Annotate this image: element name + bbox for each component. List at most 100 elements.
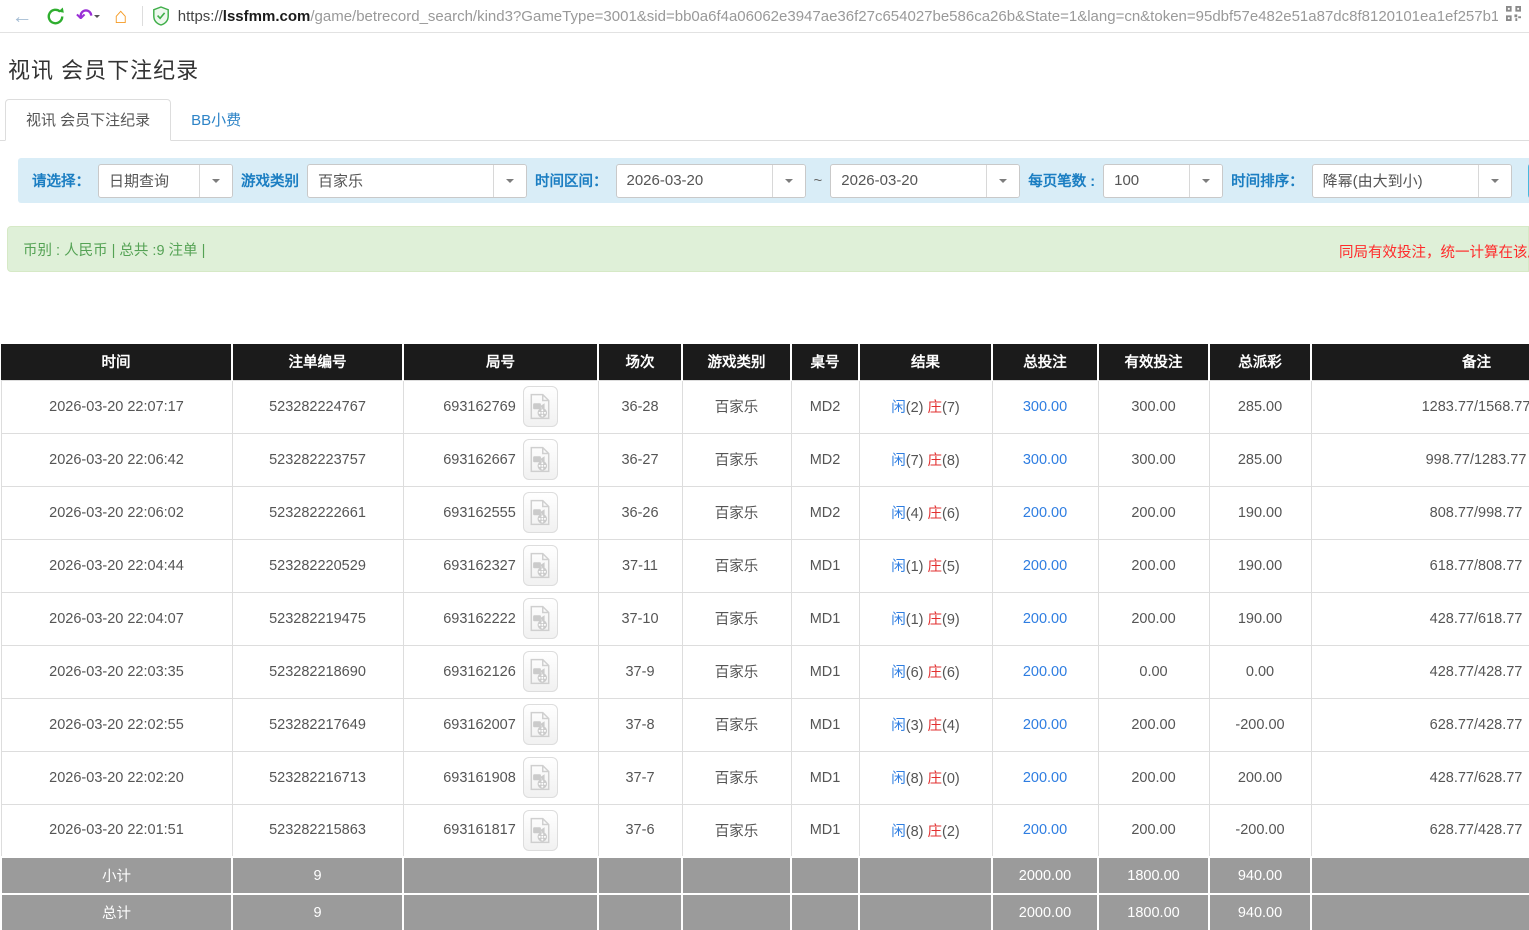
footer-total-bet: 2000.00 bbox=[992, 894, 1098, 930]
filter-bar: 请选择： 日期查询 游戏类别 百家乐 时间区间： 2026-03-20 ~ 20… bbox=[18, 158, 1529, 203]
cell-valid-bet: 300.00 bbox=[1098, 433, 1209, 486]
chevron-down-icon[interactable] bbox=[493, 165, 526, 197]
table-row: 2026-03-20 22:03:35523282218690 69316212… bbox=[1, 645, 1529, 698]
video-replay-button[interactable] bbox=[523, 545, 558, 586]
cell-payout: 190.00 bbox=[1209, 486, 1311, 539]
cell-time: 2026-03-20 22:01:51 bbox=[1, 804, 232, 857]
result-banker-label: 庄 bbox=[928, 400, 943, 416]
cell-result: 闲(7) 庄(8) bbox=[859, 433, 992, 486]
cell-session: 37-9 bbox=[598, 645, 682, 698]
video-replay-button[interactable] bbox=[523, 810, 558, 851]
chevron-down-icon[interactable] bbox=[199, 165, 232, 197]
cell-game-type: 百家乐 bbox=[682, 698, 791, 751]
round-number: 693162327 bbox=[443, 558, 516, 574]
time-range-label: 时间区间： bbox=[535, 170, 608, 191]
video-replay-button[interactable] bbox=[523, 386, 558, 427]
video-icon bbox=[529, 817, 551, 844]
game-type-select[interactable]: 百家乐 bbox=[307, 164, 527, 198]
cell-table-no: MD1 bbox=[791, 804, 859, 857]
query-type-select[interactable]: 日期查询 bbox=[98, 164, 233, 198]
chevron-down-icon[interactable] bbox=[772, 165, 805, 197]
cell-game-type: 百家乐 bbox=[682, 433, 791, 486]
cell-payout: -200.00 bbox=[1209, 804, 1311, 857]
video-replay-button[interactable] bbox=[523, 598, 558, 639]
result-player-value: (6) bbox=[906, 665, 924, 681]
cell-time: 2026-03-20 22:04:07 bbox=[1, 592, 232, 645]
cell-table-no: MD1 bbox=[791, 539, 859, 592]
summary-notice: 同局有效投注，统一计算在该局 bbox=[1339, 241, 1529, 262]
tab-bar: 视讯 会员下注纪录 BB小费 bbox=[0, 99, 1529, 141]
video-icon bbox=[529, 499, 551, 526]
url-text[interactable]: https://lssfmm.com/game/betrecord_search… bbox=[178, 8, 1498, 25]
result-player-label: 闲 bbox=[891, 453, 906, 469]
video-replay-button[interactable] bbox=[523, 492, 558, 533]
cell-valid-bet: 200.00 bbox=[1098, 751, 1209, 804]
total-bet-link[interactable]: 200.00 bbox=[1023, 611, 1067, 627]
cell-round-no: 693162327 bbox=[403, 539, 598, 592]
cell-payout: -200.00 bbox=[1209, 698, 1311, 751]
result-banker-label: 庄 bbox=[928, 612, 943, 628]
cell-round-no: 693162222 bbox=[403, 592, 598, 645]
cell-valid-bet: 200.00 bbox=[1098, 486, 1209, 539]
cell-remark: 1283.77/1568.77 bbox=[1311, 380, 1529, 433]
video-icon bbox=[529, 658, 551, 685]
total-bet-link[interactable]: 200.00 bbox=[1023, 717, 1067, 733]
cell-bet-no: 523282215863 bbox=[232, 804, 403, 857]
video-icon bbox=[529, 393, 551, 420]
chevron-down-icon[interactable] bbox=[1478, 165, 1511, 197]
result-banker-value: (9) bbox=[942, 612, 960, 628]
tab-bet-records[interactable]: 视讯 会员下注纪录 bbox=[5, 99, 171, 141]
total-bet-link[interactable]: 200.00 bbox=[1023, 770, 1067, 786]
total-bet-link[interactable]: 200.00 bbox=[1023, 558, 1067, 574]
result-player-value: (2) bbox=[906, 400, 924, 416]
cell-session: 36-27 bbox=[598, 433, 682, 486]
total-bet-link[interactable]: 200.00 bbox=[1023, 664, 1067, 680]
tab-bb-tip[interactable]: BB小费 bbox=[171, 100, 261, 140]
result-player-label: 闲 bbox=[891, 559, 906, 575]
cell-time: 2026-03-20 22:07:17 bbox=[1, 380, 232, 433]
cell-result: 闲(4) 庄(6) bbox=[859, 486, 992, 539]
cell-round-no: 693161817 bbox=[403, 804, 598, 857]
back-icon[interactable]: ← bbox=[10, 4, 34, 28]
total-bet-link[interactable]: 200.00 bbox=[1023, 822, 1067, 838]
sort-label: 时间排序： bbox=[1231, 170, 1304, 191]
per-page-select[interactable]: 100 bbox=[1103, 164, 1223, 198]
result-banker-label: 庄 bbox=[928, 824, 943, 840]
video-replay-button[interactable] bbox=[523, 704, 558, 745]
cell-total-bet: 200.00 bbox=[992, 698, 1098, 751]
sort-select[interactable]: 降幂(由大到小) bbox=[1312, 164, 1512, 198]
cell-game-type: 百家乐 bbox=[682, 486, 791, 539]
cell-game-type: 百家乐 bbox=[682, 380, 791, 433]
date-to-select[interactable]: 2026-03-20 bbox=[830, 164, 1020, 198]
refresh-icon[interactable] bbox=[43, 4, 67, 28]
cell-result: 闲(1) 庄(5) bbox=[859, 539, 992, 592]
footer-label: 小计 bbox=[1, 857, 232, 894]
cell-total-bet: 300.00 bbox=[992, 380, 1098, 433]
cell-session: 37-11 bbox=[598, 539, 682, 592]
result-banker-value: (6) bbox=[942, 665, 960, 681]
qr-code-icon[interactable] bbox=[1506, 6, 1521, 26]
header-time: 时间 bbox=[1, 344, 232, 380]
address-bar[interactable]: https://lssfmm.com/game/betrecord_search… bbox=[152, 0, 1521, 32]
video-replay-button[interactable] bbox=[523, 757, 558, 798]
home-icon[interactable]: ⌂ bbox=[109, 4, 133, 28]
cell-session: 37-6 bbox=[598, 804, 682, 857]
cell-remark: 628.77/428.77 bbox=[1311, 698, 1529, 751]
cell-valid-bet: 200.00 bbox=[1098, 804, 1209, 857]
total-bet-link[interactable]: 300.00 bbox=[1023, 399, 1067, 415]
total-bet-link[interactable]: 200.00 bbox=[1023, 505, 1067, 521]
video-replay-button[interactable] bbox=[523, 651, 558, 692]
chevron-down-icon[interactable] bbox=[1189, 165, 1222, 197]
table-row: 2026-03-20 22:04:44523282220529 69316232… bbox=[1, 539, 1529, 592]
cell-bet-no: 523282217649 bbox=[232, 698, 403, 751]
video-icon bbox=[529, 552, 551, 579]
footer-payout: 940.00 bbox=[1209, 857, 1311, 894]
chevron-down-icon[interactable] bbox=[986, 165, 1019, 197]
range-separator: ~ bbox=[814, 172, 823, 189]
total-bet-link[interactable]: 300.00 bbox=[1023, 452, 1067, 468]
video-replay-button[interactable] bbox=[523, 439, 558, 480]
result-banker-label: 庄 bbox=[928, 559, 943, 575]
date-from-select[interactable]: 2026-03-20 bbox=[616, 164, 806, 198]
cell-valid-bet: 0.00 bbox=[1098, 645, 1209, 698]
undo-icon[interactable]: ↶ bbox=[76, 4, 100, 29]
